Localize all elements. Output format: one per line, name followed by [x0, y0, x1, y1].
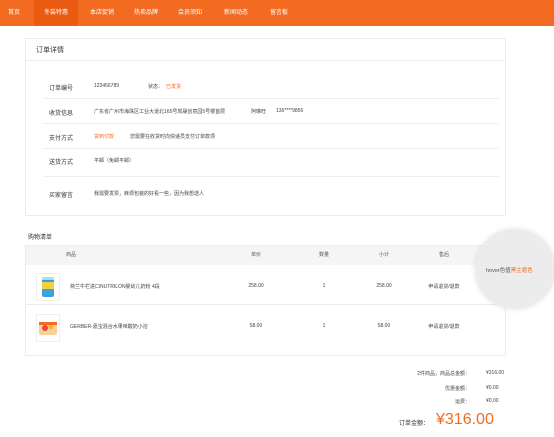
nav-item-guestbook[interactable]: 留言板 — [262, 0, 296, 26]
delivery-label: 送货方式 — [49, 160, 74, 166]
header-subtotal: 小计 — [378, 252, 389, 258]
product-subtotal: 258.00 — [376, 283, 392, 289]
divider — [44, 148, 499, 149]
hover-annotation-text: hover色值黑主题色 — [486, 266, 533, 274]
product-qty: 1 — [322, 283, 326, 289]
payment-label: 支付方式 — [49, 136, 74, 142]
payment-value: 货到付款 — [94, 134, 115, 140]
status-value: 已发货 — [166, 84, 182, 90]
recipient-phone: 136****9856 — [276, 108, 304, 114]
apply-refund-link[interactable]: 申请退货/退款 — [418, 283, 470, 290]
address-value: 广东省广州市海珠区工业大道北165号岚晟创意园5号楼首层 — [94, 109, 226, 115]
payment-note: 您需要在收货时向快递员支付订单款项 — [130, 134, 216, 140]
divider — [44, 123, 499, 124]
divider — [44, 98, 499, 99]
divider — [26, 304, 505, 305]
nav-item-home[interactable]: 首页 — [0, 0, 28, 26]
header-price: 单价 — [250, 252, 261, 258]
nav-item-news[interactable]: 新闻动态 — [214, 0, 258, 26]
top-nav: 首页 冬装特惠 本店促销 热卖品牌 会员须知 新闻动态 留言板 — [0, 0, 554, 26]
order-total-label: 订单金额： — [399, 421, 430, 427]
divider — [44, 176, 499, 177]
buyer-message-label: 买家留言 — [49, 193, 74, 199]
table-row: 荷兰牛栏进口NUTRILON婴幼儿奶粉 4段 258.00 1 258.00 申… — [26, 265, 505, 309]
milk-powder-can-icon — [42, 277, 54, 297]
order-number-value: 123456789 — [94, 83, 120, 89]
delivery-value: 平邮（免邮平邮） — [94, 158, 135, 164]
table-row: GERBER-嘉宝混合水果味酸奶小溶 58.00 1 58.00 申请退货/退款 — [26, 306, 505, 350]
header-product: 商品 — [65, 252, 76, 258]
shipping-info-label: 收货信息 — [49, 111, 74, 117]
hover-annotation-prefix: hover色值 — [486, 268, 511, 274]
summary-items-value: ¥316.00 — [486, 370, 505, 376]
order-total-value: ¥316.00 — [436, 411, 494, 428]
product-price: 58.00 — [249, 323, 263, 329]
cart-table: 商品 单价 数量 小计 售后 荷兰牛栏进口NUTRILON婴幼儿奶粉 4段 25… — [25, 245, 506, 356]
yogurt-melts-pack-icon — [39, 322, 57, 335]
product-qty: 1 — [322, 323, 326, 329]
buyer-message-value: 我需要发票，麻烦包装的好看一些，因为我想送人 — [94, 191, 205, 197]
nav-item-winter-sale[interactable]: 冬装特惠 — [34, 0, 78, 26]
nav-item-hot-brands[interactable]: 热卖品牌 — [126, 0, 166, 26]
product-subtotal: 58.00 — [377, 323, 391, 329]
product-price: 258.00 — [248, 283, 264, 289]
summary-shipping-value: ¥0.00 — [486, 398, 499, 404]
hover-annotation-highlight: 黑主题色 — [510, 268, 533, 274]
header-after-sale: 售后 — [438, 252, 449, 258]
product-name[interactable]: 荷兰牛栏进口NUTRILON婴幼儿奶粉 4段 — [70, 283, 160, 290]
nav-item-store-promo[interactable]: 本店促销 — [82, 0, 122, 26]
apply-refund-link[interactable]: 申请退货/退款 — [418, 323, 470, 330]
order-detail-title: 订单详情 — [36, 47, 64, 54]
header-qty: 数量 — [318, 252, 329, 258]
product-image[interactable] — [36, 314, 60, 342]
status-label: 状态： — [148, 84, 164, 90]
order-detail-panel: 订单详情 订单编号 123456789 状态： 已发货 收货信息 广东省广州市海… — [25, 38, 506, 216]
cart-header-row: 商品 单价 数量 小计 售后 — [26, 246, 505, 265]
recipient-name: 阿琳旺 — [251, 109, 267, 115]
product-name[interactable]: GERBER-嘉宝混合水果味酸奶小溶 — [70, 323, 148, 330]
divider — [26, 60, 505, 61]
nav-item-member-notice[interactable]: 会员须知 — [170, 0, 210, 26]
summary-discount-label: 优惠金额： — [444, 386, 470, 392]
summary-shipping-label: 运费： — [454, 399, 470, 405]
summary-discount-value: ¥0.00 — [486, 385, 499, 391]
summary-items-label: 2件商品，商品总金额： — [417, 371, 470, 377]
order-number-label: 订单编号 — [49, 86, 74, 92]
product-image[interactable] — [36, 273, 60, 301]
cart-title: 购物清单 — [28, 235, 53, 241]
